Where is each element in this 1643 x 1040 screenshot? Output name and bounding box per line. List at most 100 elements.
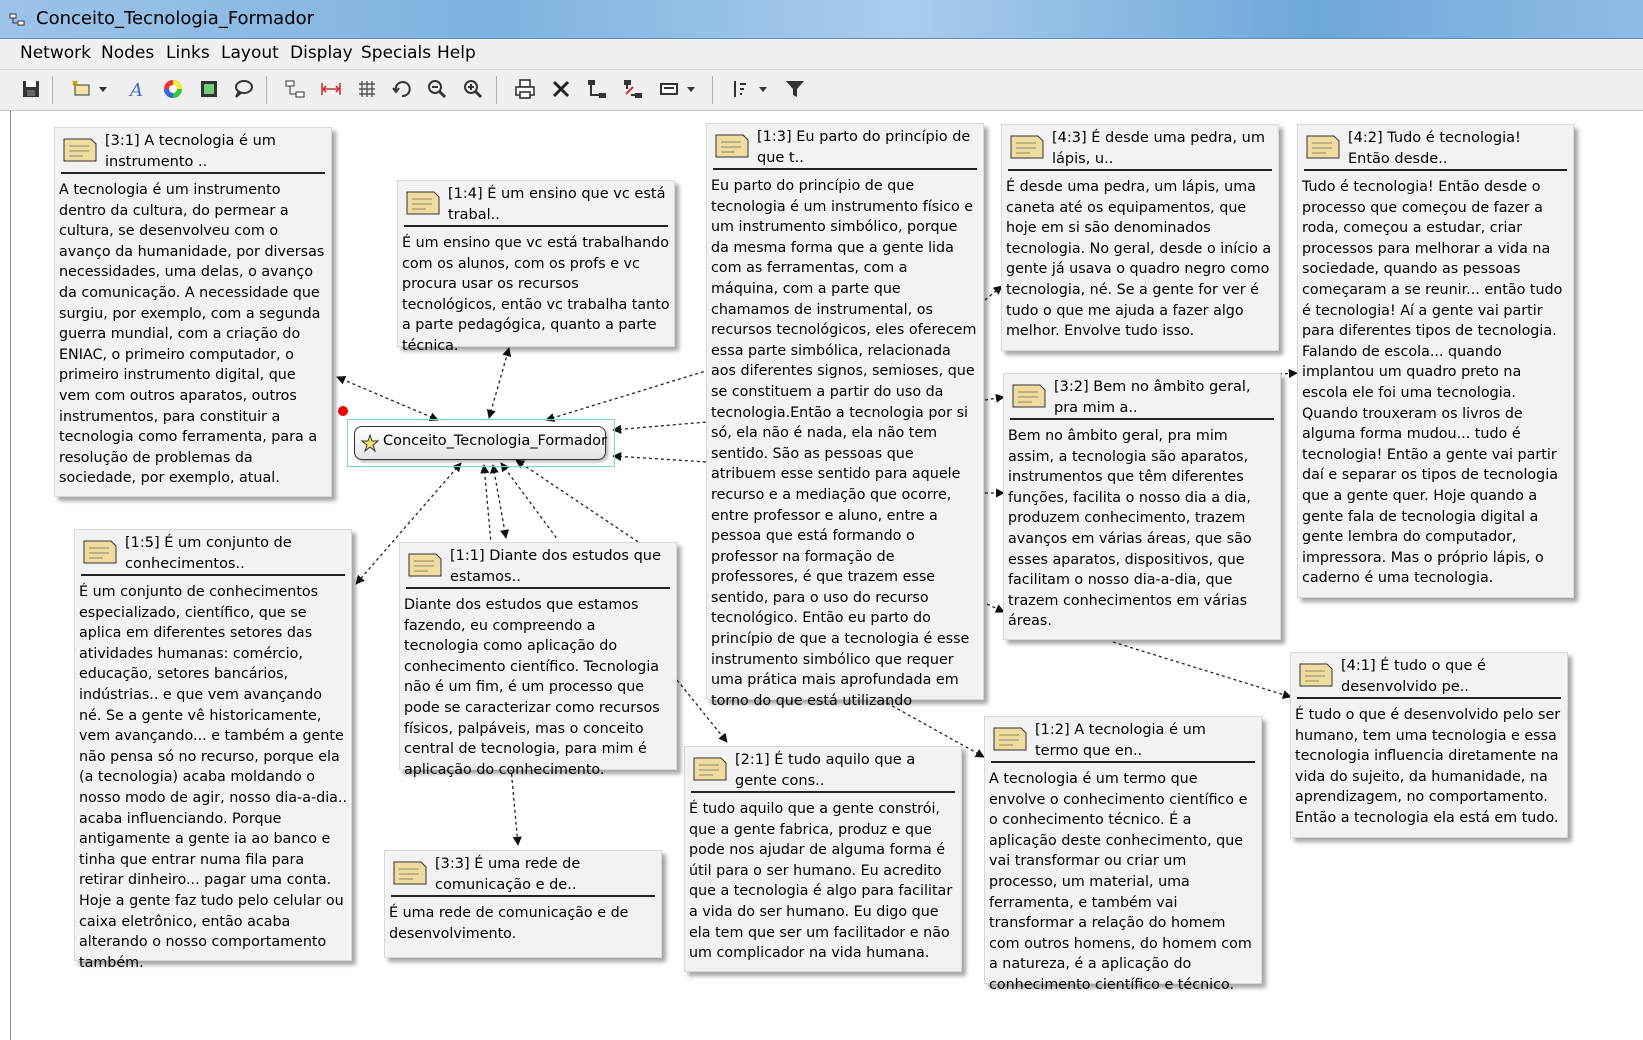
new-node-icon[interactable] bbox=[68, 76, 94, 102]
toolbar-separator bbox=[496, 76, 497, 104]
note-icon bbox=[1299, 663, 1333, 687]
note-icon bbox=[408, 553, 442, 577]
tree-layout-icon[interactable] bbox=[282, 76, 308, 102]
link-3-2-4-1 bbox=[1112, 641, 1292, 699]
card-body: Tudo é tecnologia! Então desde o process… bbox=[1302, 179, 1563, 587]
link-1-1-b bbox=[489, 464, 510, 539]
quotation-card-4-2[interactable]: [4:2] Tudo é tecnologia! Então desde.. T… bbox=[1297, 124, 1574, 598]
unlink-icon[interactable] bbox=[620, 76, 646, 102]
card-header: [2:1] É tudo aquilo que a gente cons.. bbox=[691, 747, 955, 793]
link-1-3-a bbox=[545, 369, 710, 422]
menu-display[interactable]: Display bbox=[290, 43, 353, 63]
note-icon bbox=[63, 138, 97, 162]
menu-nodes[interactable]: Nodes bbox=[101, 43, 154, 63]
dropdown-arrow-icon[interactable] bbox=[756, 76, 770, 102]
card-header: [3:1] A tecnologia é um instrumento .. bbox=[61, 128, 325, 174]
menu-links[interactable]: Links bbox=[166, 43, 210, 63]
center-node-label: Conceito_Tecnologia_Formador bbox=[383, 433, 607, 449]
delete-icon[interactable] bbox=[548, 76, 574, 102]
link-3-2-c bbox=[986, 603, 1005, 613]
quotation-card-3-1[interactable]: [3:1] A tecnologia é um instrumento .. A… bbox=[54, 127, 332, 497]
grid-icon[interactable] bbox=[354, 76, 380, 102]
card-title: [1:2] A tecnologia é um termo que en.. bbox=[1035, 722, 1206, 759]
save-icon[interactable] bbox=[18, 76, 44, 102]
link-1-3-4-2 bbox=[1278, 368, 1298, 378]
card-body: Eu parto do princípio de que tecnologia … bbox=[711, 178, 977, 709]
frame-icon[interactable] bbox=[196, 76, 222, 102]
color-wheel-icon[interactable] bbox=[160, 76, 186, 102]
menu-network[interactable]: Network bbox=[20, 43, 91, 63]
card-header: [4:2] Tudo é tecnologia! Então desde.. bbox=[1304, 125, 1567, 171]
note-icon bbox=[1012, 384, 1046, 408]
window-title: Conceito_Tecnologia_Formador bbox=[36, 8, 315, 29]
filter-icon[interactable] bbox=[782, 76, 808, 102]
menu-layout[interactable]: Layout bbox=[221, 43, 279, 63]
zoom-in-icon[interactable] bbox=[460, 76, 486, 102]
card-header: [1:3] Eu parto do princípio de que t.. bbox=[713, 124, 977, 170]
card-body: É tudo o que é desenvolvido pelo ser hum… bbox=[1295, 707, 1561, 826]
link-3-1 bbox=[336, 376, 439, 421]
menu-bar: Network Nodes Links Layout Display Speci… bbox=[0, 39, 1643, 70]
quotation-card-4-1[interactable]: [4:1] É tudo o que é desenvolvido pe.. É… bbox=[1290, 652, 1568, 838]
comment-icon[interactable] bbox=[230, 76, 256, 102]
toolbar-separator bbox=[266, 76, 267, 104]
network-app-icon bbox=[9, 13, 25, 26]
note-icon bbox=[1010, 135, 1044, 159]
quotation-card-1-1[interactable]: [1:1] Diante dos estudos que estamos.. D… bbox=[399, 542, 677, 778]
card-body: A tecnologia é um instrumento dentro da … bbox=[59, 182, 325, 487]
font-icon[interactable]: A bbox=[124, 76, 150, 102]
link-icon[interactable] bbox=[584, 76, 610, 102]
spread-icon[interactable] bbox=[318, 76, 344, 102]
note-icon bbox=[406, 191, 440, 215]
card-header: [1:5] É um conjunto de conhecimentos.. bbox=[81, 530, 345, 576]
card-header: [1:2] A tecnologia é um termo que en.. bbox=[991, 717, 1255, 763]
dropdown-arrow-icon[interactable] bbox=[684, 76, 698, 102]
card-header: [1:1] Diante dos estudos que estamos.. bbox=[406, 543, 670, 589]
card-header: [4:1] É tudo o que é desenvolvido pe.. bbox=[1297, 653, 1561, 699]
zoom-out-icon[interactable] bbox=[424, 76, 450, 102]
svg-text:A: A bbox=[128, 80, 143, 101]
quotation-card-3-2[interactable]: [3:2] Bem no âmbito geral, pra mim a.. B… bbox=[1003, 373, 1281, 640]
card-header: [3:3] É uma rede de comunicação e de.. bbox=[391, 851, 655, 897]
card-title: [1:5] É um conjunto de conhecimentos.. bbox=[125, 535, 292, 572]
quotation-card-1-2[interactable]: [1:2] A tecnologia é um termo que en.. A… bbox=[984, 716, 1262, 993]
quotation-card-1-4[interactable]: [1:4] É um ensino que vc está trabal.. É… bbox=[397, 180, 675, 354]
link-1-1-a bbox=[480, 464, 492, 544]
selection-marker bbox=[338, 406, 348, 416]
display-icon[interactable] bbox=[656, 76, 682, 102]
link-1-3-3-2 bbox=[984, 393, 1005, 403]
note-icon bbox=[693, 757, 727, 781]
card-body: É tudo aquilo que a gente constrói, que … bbox=[689, 801, 953, 962]
undo-icon[interactable] bbox=[389, 76, 415, 102]
card-body: Diante dos estudos que estamos fazendo, … bbox=[404, 597, 660, 778]
card-header: [4:3] É desde uma pedra, um lápis, u.. bbox=[1008, 125, 1272, 171]
quotation-card-1-5[interactable]: [1:5] É um conjunto de conhecimentos.. É… bbox=[74, 529, 352, 971]
card-title: [4:3] É desde uma pedra, um lápis, u.. bbox=[1052, 130, 1265, 167]
quotation-card-1-3[interactable]: [1:3] Eu parto do princípio de que t.. E… bbox=[706, 123, 984, 709]
toolbar: A bbox=[0, 70, 1643, 111]
center-node[interactable]: Conceito_Tecnologia_Formador bbox=[354, 426, 607, 460]
card-body: É um ensino que vc está trabalhando com … bbox=[402, 235, 670, 354]
print-icon[interactable] bbox=[512, 76, 538, 102]
card-title: [1:4] É um ensino que vc está trabal.. bbox=[448, 186, 666, 223]
quotation-card-3-3[interactable]: [3:3] É uma rede de comunicação e de.. É… bbox=[384, 850, 662, 958]
card-title: [1:3] Eu parto do princípio de que t.. bbox=[757, 129, 971, 166]
link-3-2 bbox=[612, 451, 708, 463]
menu-specials[interactable]: Specials bbox=[361, 43, 431, 63]
menu-help[interactable]: Help bbox=[437, 43, 476, 63]
quotation-card-4-3[interactable]: [4:3] É desde uma pedra, um lápis, u.. É… bbox=[1001, 124, 1279, 351]
dropdown-arrow-icon[interactable] bbox=[96, 76, 110, 102]
note-icon bbox=[83, 540, 117, 564]
note-icon bbox=[993, 727, 1027, 751]
card-title: [3:1] A tecnologia é um instrumento .. bbox=[105, 133, 276, 170]
card-title: [1:1] Diante dos estudos que estamos.. bbox=[450, 548, 661, 585]
sort-icon[interactable] bbox=[728, 76, 754, 102]
link-1-3-b bbox=[612, 421, 708, 434]
quotation-card-2-1[interactable]: [2:1] É tudo aquilo que a gente cons.. É… bbox=[684, 746, 962, 972]
title-bar: Conceito_Tecnologia_Formador bbox=[0, 0, 1643, 39]
card-title: [2:1] É tudo aquilo que a gente cons.. bbox=[735, 752, 916, 789]
toolbar-separator bbox=[52, 76, 53, 104]
network-node-icon bbox=[360, 433, 380, 453]
card-header: [1:4] É um ensino que vc está trabal.. bbox=[404, 181, 668, 227]
card-body: É uma rede de comunicação e de desenvolv… bbox=[389, 905, 629, 942]
